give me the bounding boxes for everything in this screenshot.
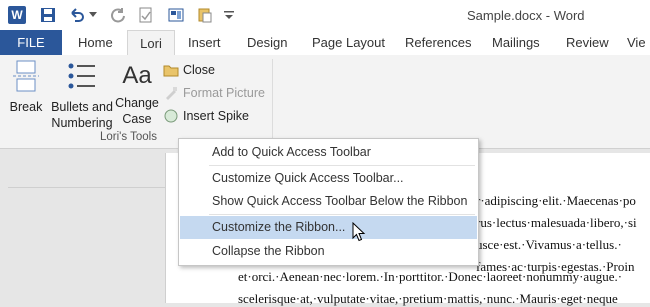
undo-icon[interactable] — [66, 5, 86, 25]
change-case-icon: Aa — [122, 62, 152, 89]
redo-icon[interactable] — [108, 5, 128, 25]
menu-item-collapse-ribbon[interactable]: Collapse the Ribbon — [180, 240, 477, 263]
close-label: Close — [183, 63, 215, 77]
bullets-label-line2: Numbering — [51, 116, 113, 130]
break-button[interactable]: Break — [6, 59, 46, 115]
context-menu: Add to Quick Access Toolbar Customize Qu… — [178, 138, 479, 266]
insert-spike-label: Insert Spike — [183, 109, 250, 123]
layout-icon[interactable] — [166, 5, 186, 25]
ribbon-tabs: FILE Home Lori Insert Design Page Layout… — [0, 30, 650, 57]
format-picture-icon — [163, 85, 179, 101]
spike-icon — [163, 108, 179, 124]
format-picture-label: Format Picture — [183, 86, 265, 100]
tab-review[interactable]: Review — [566, 30, 609, 55]
document-line: scelerisque·at,·vulputate·vitae,·pretium… — [238, 291, 618, 306]
undo-dropdown-icon[interactable] — [87, 5, 99, 25]
save-icon[interactable] — [38, 5, 58, 25]
folder-icon — [163, 62, 179, 78]
paste-icon[interactable] — [195, 5, 215, 25]
tab-file[interactable]: FILE — [0, 30, 62, 55]
tab-home[interactable]: Home — [78, 30, 113, 55]
group-separator — [272, 59, 273, 143]
document-line: rus·lectus·malesuada·libero,·si — [476, 215, 637, 230]
tab-design[interactable]: Design — [247, 30, 287, 55]
close-command[interactable]: Close — [163, 60, 215, 80]
menu-item-customize-qat[interactable]: Customize Quick Access Toolbar... — [180, 167, 477, 190]
menu-separator — [209, 165, 475, 166]
group-label-loris-tools: Lori's Tools — [100, 131, 157, 143]
format-picture-command[interactable]: Format Picture — [163, 83, 265, 103]
tab-mailings[interactable]: Mailings — [492, 30, 540, 55]
bullets-label-line1: Bullets and — [51, 100, 113, 114]
menu-item-customize-ribbon[interactable]: Customize the Ribbon... — [180, 216, 477, 239]
tab-references[interactable]: References — [405, 30, 471, 55]
bullets-numbering-button[interactable]: Bullets and Numbering — [50, 59, 114, 131]
title-bar: W Sample.docx - Word — [0, 0, 650, 30]
change-case-button[interactable]: Aa Change Case — [114, 59, 160, 127]
break-label: Break — [9, 100, 43, 114]
window-title: Sample.docx - Word — [467, 8, 585, 23]
menu-item-show-qat-below[interactable]: Show Quick Access Toolbar Below the Ribb… — [180, 190, 477, 213]
check-icon[interactable] — [136, 5, 156, 25]
break-icon — [13, 60, 39, 92]
document-line: r·adipiscing·elit.·Maecenas·po — [476, 193, 636, 208]
tab-lori[interactable]: Lori — [127, 30, 175, 57]
document-line: usce·est.·Vivamus·a·tellus.· — [476, 237, 622, 252]
word-logo-icon[interactable]: W — [8, 6, 26, 24]
tab-view[interactable]: Vie — [627, 30, 646, 55]
document-line: et·orci.·Aenean·nec·lorem.·In·porttitor.… — [238, 269, 623, 284]
customize-qat-icon[interactable] — [222, 5, 236, 25]
change-case-label-line1: Change — [115, 96, 159, 110]
mouse-cursor-icon — [352, 222, 366, 242]
tab-page-layout[interactable]: Page Layout — [312, 30, 385, 55]
bullets-icon — [68, 63, 95, 89]
menu-item-add-to-qat[interactable]: Add to Quick Access Toolbar — [180, 141, 477, 164]
menu-separator — [209, 214, 475, 215]
change-case-label-line2: Case — [122, 112, 152, 126]
ribbon-panel: Break Bullets and Numbering Aa Change Ca… — [0, 55, 650, 149]
insert-spike-command[interactable]: Insert Spike — [163, 106, 249, 126]
tab-insert[interactable]: Insert — [188, 30, 221, 55]
